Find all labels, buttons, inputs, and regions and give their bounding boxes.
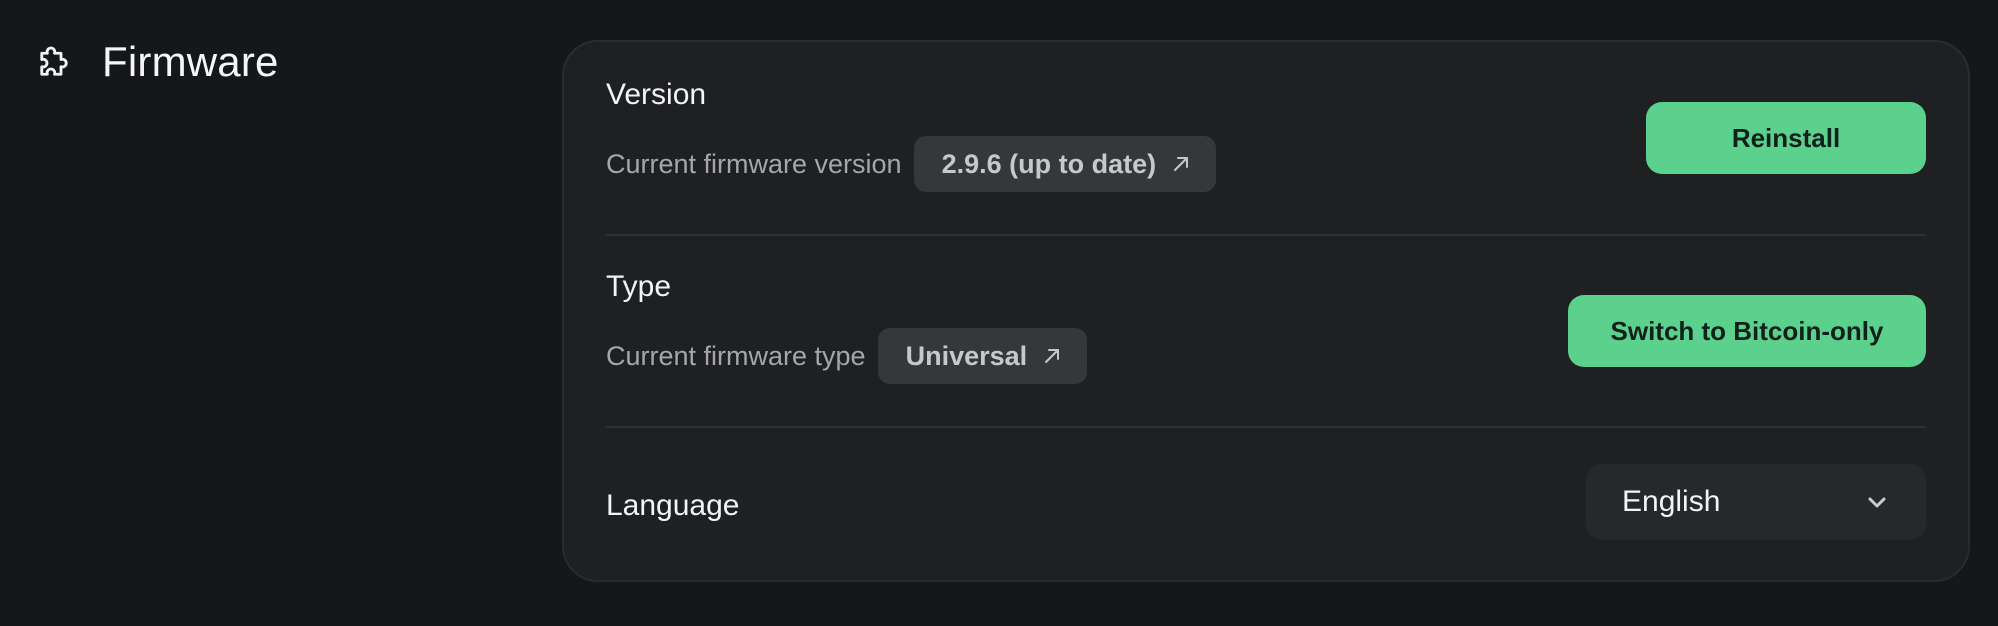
type-label: Current firmware type bbox=[606, 340, 866, 371]
type-value: Universal bbox=[905, 340, 1028, 371]
language-row: Language English bbox=[606, 464, 1926, 550]
version-label: Current firmware version bbox=[606, 148, 902, 179]
switch-to-bitcoin-only-button[interactable]: Switch to Bitcoin-only bbox=[1568, 295, 1926, 367]
divider bbox=[606, 234, 1926, 236]
type-value-link[interactable]: Universal bbox=[877, 328, 1088, 384]
language-selected-value: English bbox=[1622, 485, 1721, 518]
version-value-link[interactable]: 2.9.6 (up to date) bbox=[913, 136, 1217, 192]
version-value: 2.9.6 (up to date) bbox=[941, 148, 1157, 179]
chevron-down-icon bbox=[1864, 489, 1890, 515]
firmware-settings-page: Firmware Version Current firmware versio… bbox=[0, 0, 1998, 626]
section-heading: Firmware bbox=[32, 38, 279, 86]
language-select[interactable]: English bbox=[1586, 464, 1926, 540]
language-title: Language bbox=[606, 489, 740, 522]
type-row: Type Current firmware type Universal Swi… bbox=[606, 270, 1926, 426]
version-row: Version Current firmware version 2.9.6 (… bbox=[606, 78, 1926, 234]
firmware-card: Version Current firmware version 2.9.6 (… bbox=[562, 40, 1970, 582]
reinstall-button[interactable]: Reinstall bbox=[1646, 102, 1926, 174]
external-link-icon bbox=[1041, 345, 1063, 367]
puzzle-icon bbox=[32, 40, 76, 84]
section-title: Firmware bbox=[102, 38, 279, 85]
external-link-icon bbox=[1170, 153, 1192, 175]
divider bbox=[606, 426, 1926, 428]
